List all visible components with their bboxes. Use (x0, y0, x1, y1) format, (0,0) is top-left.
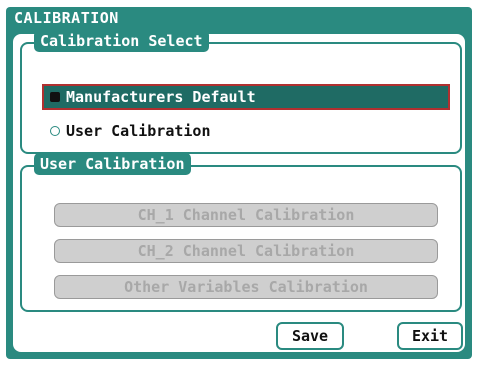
user-calibration-option[interactable]: User Calibration (42, 118, 342, 144)
save-button[interactable]: Save (276, 322, 344, 350)
radio-checked-icon (50, 92, 60, 102)
calibration-select-label: Calibration Select (34, 30, 209, 52)
ch1-calibration-button[interactable]: CH_1 Channel Calibration (54, 203, 438, 227)
manufacturers-default-option[interactable]: Manufacturers Default (42, 84, 450, 110)
user-calibration-group-label: User Calibration (34, 153, 191, 175)
other-variables-calibration-button[interactable]: Other Variables Calibration (54, 275, 438, 299)
exit-button[interactable]: Exit (397, 322, 463, 350)
radio-unchecked-icon (50, 126, 60, 136)
window-title: CALIBRATION (14, 9, 119, 27)
ch2-calibration-button[interactable]: CH_2 Channel Calibration (54, 239, 438, 263)
user-calibration-option-label: User Calibration (66, 122, 211, 140)
manufacturers-default-label: Manufacturers Default (66, 88, 256, 106)
